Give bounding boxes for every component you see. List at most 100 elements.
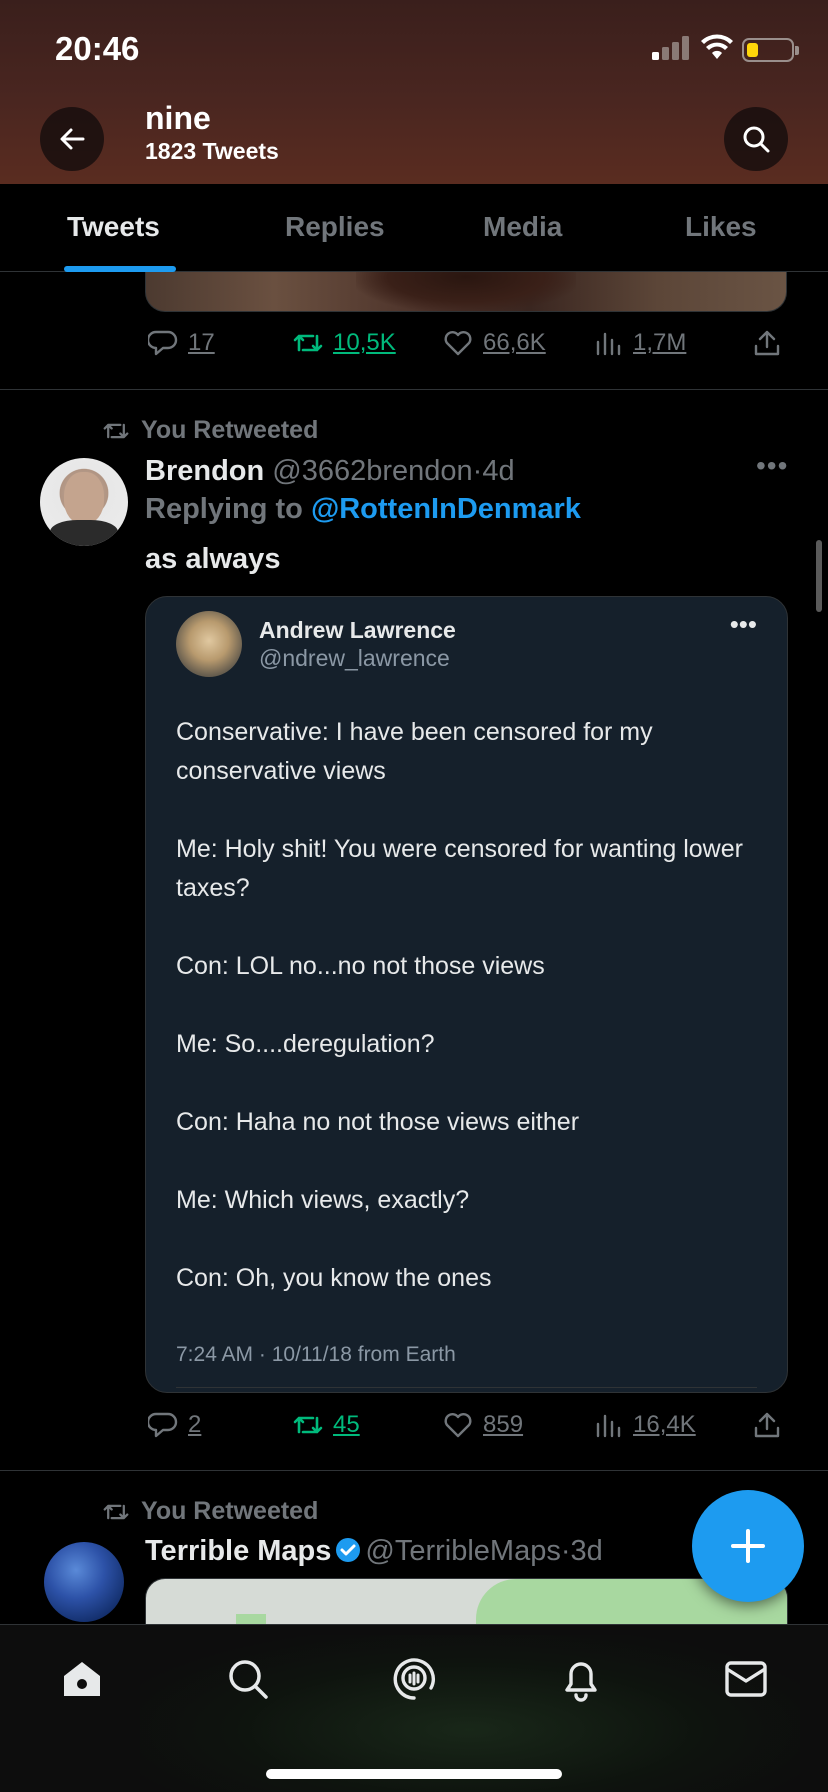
share-button[interactable] (752, 328, 782, 358)
status-time: 20:46 (55, 30, 140, 67)
view-count: 1,7M (633, 329, 687, 356)
wifi-icon (701, 34, 733, 59)
view-count: 16,4K (633, 1411, 696, 1438)
search-icon (743, 126, 770, 153)
reply-count: 2 (188, 1411, 202, 1438)
quoted-line: Me: So....deregulation? (176, 1030, 435, 1058)
spaces-icon (393, 1658, 435, 1700)
tweet-author-line: Brendon @3662brendon·4d (145, 455, 515, 487)
nav-messages[interactable] (720, 1653, 772, 1705)
replying-mention-link[interactable]: @RottenInDenmark (311, 493, 581, 525)
nav-spaces[interactable] (388, 1653, 440, 1705)
quoted-author-name[interactable]: Andrew Lawrence (259, 617, 456, 644)
back-button[interactable] (40, 107, 104, 171)
tab-tweets[interactable]: Tweets (67, 211, 160, 243)
quoted-tweet-card[interactable]: Andrew Lawrence @ndrew_lawrence ••• Cons… (145, 596, 788, 1393)
views-icon (596, 332, 621, 356)
tweet-divider (0, 1470, 828, 1471)
tweet-age: 3d (570, 1535, 603, 1567)
views-button[interactable]: 1,7M (593, 328, 686, 358)
tweet-divider (0, 389, 828, 390)
tab-media[interactable]: Media (483, 211, 562, 243)
heart-icon (444, 331, 472, 356)
compose-tweet-button[interactable] (692, 1490, 804, 1602)
home-icon (64, 1662, 100, 1696)
quoted-line: Me: Which views, exactly? (176, 1186, 470, 1214)
more-options-icon[interactable]: ••• (756, 450, 788, 482)
quoted-line: Me: Holy shit! You were censored for wan… (176, 835, 743, 902)
tweet-media-map-image[interactable] (145, 1578, 788, 1624)
tweet-media-image[interactable] (145, 272, 787, 312)
tweet-actions: 2 45 859 16,4K (148, 1410, 788, 1446)
tab-likes[interactable]: Likes (685, 211, 757, 243)
nav-search[interactable] (222, 1653, 274, 1705)
retweet-button[interactable]: 45 (293, 1410, 360, 1440)
retweet-icon (293, 1416, 323, 1434)
quoted-avatar[interactable] (176, 611, 242, 677)
quoted-line: Con: LOL no...no not those views (176, 952, 545, 980)
tweet-actions: 17 10,5K 66,6K 1,7M (148, 328, 788, 364)
author-name[interactable]: Terrible Maps (145, 1535, 331, 1567)
like-count: 66,6K (483, 329, 546, 356)
views-button[interactable]: 16,4K (593, 1410, 696, 1440)
retweet-button[interactable]: 10,5K (293, 328, 396, 358)
messages-icon (725, 1661, 767, 1697)
reply-count: 17 (188, 329, 215, 356)
like-button[interactable]: 66,6K (443, 328, 546, 358)
verified-badge-icon (336, 1538, 361, 1562)
retweeted-label: You Retweeted (141, 1497, 319, 1525)
retweet-icon (293, 334, 323, 352)
heart-icon (444, 1413, 472, 1438)
retweet-count: 10,5K (333, 329, 396, 356)
plus-icon (731, 1529, 765, 1563)
retweet-small-icon (103, 423, 129, 438)
avatar[interactable] (44, 1542, 124, 1622)
author-name[interactable]: Brendon (145, 455, 264, 487)
retweeted-indicator: You Retweeted (103, 1497, 318, 1526)
cellular-signal-icon (652, 36, 689, 60)
retweet-count: 45 (333, 1411, 360, 1438)
nav-home[interactable] (56, 1653, 108, 1705)
battery-icon (742, 38, 799, 62)
quoted-line: Con: Haha no not those views either (176, 1108, 580, 1136)
profile-header: 20:46 nine 1823 Tweets (0, 0, 828, 184)
profile-name: nine (145, 100, 211, 136)
avatar[interactable] (40, 458, 128, 546)
tweet-author-line: Terrible Maps @TerribleMaps·3d (145, 1535, 603, 1567)
home-indicator[interactable] (266, 1769, 562, 1779)
reply-button[interactable]: 2 (148, 1410, 201, 1440)
quoted-divider (176, 1387, 757, 1388)
scrollbar[interactable] (816, 540, 822, 612)
retweeted-indicator: You Retweeted (103, 416, 318, 445)
quoted-line: Con: Oh, you know the ones (176, 1264, 492, 1292)
like-button[interactable]: 859 (443, 1410, 523, 1440)
bottom-navigation (0, 1624, 828, 1792)
profile-tabs: Tweets Replies Media Likes (0, 184, 828, 272)
author-handle[interactable]: @3662brendon (272, 455, 472, 487)
tweet-age: 4d (482, 455, 515, 487)
reply-button[interactable]: 17 (148, 328, 215, 358)
arrow-left-icon (60, 128, 85, 150)
replying-to-line: Replying to @RottenInDenmark (145, 493, 581, 526)
tab-replies[interactable]: Replies (285, 211, 385, 243)
quoted-line: Conservative: I have been censored for m… (176, 718, 653, 785)
share-icon (754, 1412, 780, 1438)
quoted-more-icon[interactable]: ••• (730, 609, 757, 640)
reply-icon (148, 1412, 178, 1438)
views-icon (596, 1414, 621, 1438)
notifications-icon (565, 1662, 597, 1702)
share-icon (754, 330, 780, 356)
share-button[interactable] (752, 1410, 782, 1440)
like-count: 859 (483, 1411, 524, 1438)
nav-notifications[interactable] (555, 1653, 607, 1705)
quoted-timestamp: 7:24 AM · 10/11/18 from Earth (176, 1343, 456, 1366)
search-icon (229, 1660, 268, 1699)
quoted-author-handle[interactable]: @ndrew_lawrence (259, 645, 450, 672)
quoted-tweet-body: Conservative: I have been censored for m… (176, 713, 766, 1337)
tweet-count: 1823 Tweets (145, 138, 279, 164)
retweet-small-icon (103, 1504, 129, 1519)
author-handle[interactable]: @TerribleMaps (365, 1535, 560, 1567)
reply-icon (148, 330, 178, 356)
retweeted-label: You Retweeted (141, 416, 319, 444)
search-button[interactable] (724, 107, 788, 171)
